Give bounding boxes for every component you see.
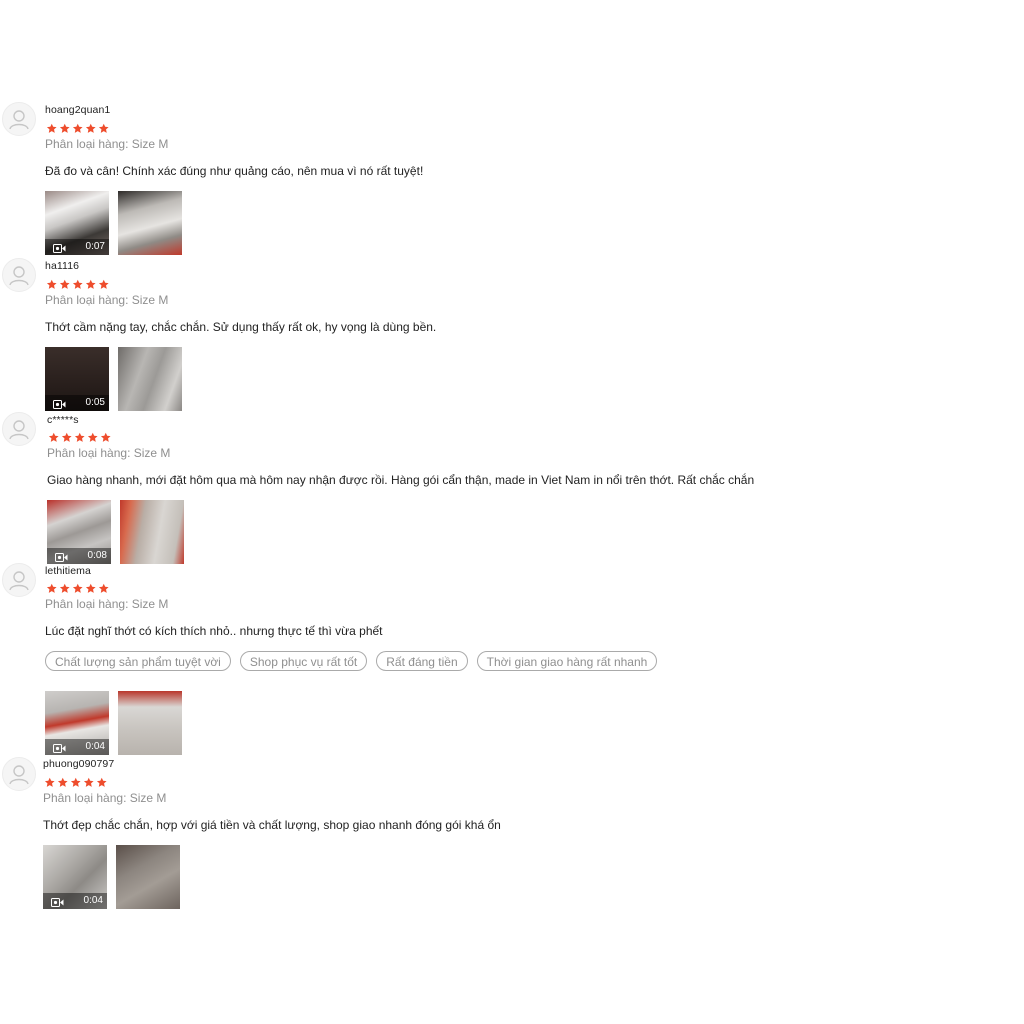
user-silhouette-icon xyxy=(9,110,29,130)
video-camera-icon xyxy=(51,897,64,909)
star-icon xyxy=(72,123,83,133)
reviewer-username[interactable]: c*****s xyxy=(47,414,79,426)
image-thumbnail[interactable] xyxy=(118,347,182,411)
star-icon xyxy=(74,432,85,442)
avatar[interactable] xyxy=(2,258,36,292)
video-duration: 0:04 xyxy=(83,895,103,906)
video-thumbnail[interactable]: 0:04 xyxy=(45,691,109,755)
star-icon xyxy=(46,123,57,133)
video-duration-bar: 0:05 xyxy=(45,395,109,411)
reviewer-username[interactable]: lethitiema xyxy=(45,565,91,577)
video-thumbnail[interactable]: 0:08 xyxy=(47,500,111,564)
video-camera-icon xyxy=(55,552,68,564)
star-rating xyxy=(46,583,110,594)
user-silhouette-icon xyxy=(9,765,29,785)
video-duration: 0:05 xyxy=(85,397,105,408)
review-media: 0:05 xyxy=(45,347,182,411)
star-icon xyxy=(59,279,70,289)
variation-label: Phân loại hàng: Size M xyxy=(43,791,167,805)
star-icon xyxy=(72,279,83,289)
review-media: 0:04 xyxy=(45,691,182,755)
review-media: 0:07 xyxy=(45,191,182,255)
star-icon xyxy=(61,432,72,442)
variation-label: Phân loại hàng: Size M xyxy=(47,446,171,460)
image-thumbnail[interactable] xyxy=(120,500,184,564)
video-duration: 0:07 xyxy=(85,241,105,252)
star-icon xyxy=(100,432,111,442)
reviewer-username[interactable]: phuong090797 xyxy=(43,758,114,770)
video-duration: 0:08 xyxy=(87,550,107,561)
image-thumbnail[interactable] xyxy=(116,845,180,909)
star-rating xyxy=(46,279,110,290)
review-comment: Giao hàng nhanh, mới đặt hôm qua mà hôm … xyxy=(47,473,755,487)
reviewer-username[interactable]: ha1116 xyxy=(45,260,79,272)
star-icon xyxy=(83,777,94,787)
video-camera-icon xyxy=(53,399,66,411)
video-camera-icon xyxy=(53,243,66,255)
star-icon xyxy=(96,777,107,787)
star-rating xyxy=(46,123,110,134)
star-icon xyxy=(85,583,96,593)
variation-label: Phân loại hàng: Size M xyxy=(45,293,169,307)
video-duration-bar: 0:04 xyxy=(43,893,107,909)
star-icon xyxy=(98,583,109,593)
star-icon xyxy=(85,279,96,289)
star-icon xyxy=(98,279,109,289)
review-comment: Thớt đẹp chắc chắn, hợp với giá tiền và … xyxy=(43,818,501,832)
image-thumbnail[interactable] xyxy=(118,691,182,755)
star-icon xyxy=(70,777,81,787)
variation-label: Phân loại hàng: Size M xyxy=(45,597,169,611)
reviewer-username[interactable]: hoang2quan1 xyxy=(45,104,110,116)
image-thumbnail[interactable] xyxy=(118,191,182,255)
review-media: 0:04 xyxy=(43,845,180,909)
video-thumbnail[interactable]: 0:04 xyxy=(43,845,107,909)
user-silhouette-icon xyxy=(9,266,29,286)
star-icon xyxy=(72,583,83,593)
review-comment: Thớt cầm nặng tay, chắc chắn. Sử dụng th… xyxy=(45,320,437,334)
avatar[interactable] xyxy=(2,563,36,597)
star-icon xyxy=(59,123,70,133)
star-icon xyxy=(59,583,70,593)
star-icon xyxy=(46,279,57,289)
star-rating xyxy=(48,432,112,443)
review-tag[interactable]: Thời gian giao hàng rất nhanh xyxy=(476,651,658,671)
star-icon xyxy=(48,432,59,442)
star-icon xyxy=(44,777,55,787)
video-duration-bar: 0:08 xyxy=(47,548,111,564)
avatar[interactable] xyxy=(2,102,36,136)
star-icon xyxy=(46,583,57,593)
review-tags: Chất lượng sản phẩm tuyệt vời Shop phục … xyxy=(45,651,658,671)
variation-label: Phân loại hàng: Size M xyxy=(45,137,169,151)
video-duration: 0:04 xyxy=(85,741,105,752)
review-comment: Lúc đặt nghĩ thớt có kích thích nhỏ.. nh… xyxy=(45,624,383,638)
video-camera-icon xyxy=(53,743,66,755)
user-silhouette-icon xyxy=(9,571,29,591)
video-duration-bar: 0:04 xyxy=(45,739,109,755)
star-rating xyxy=(44,777,108,788)
review-media: 0:08 xyxy=(47,500,184,564)
avatar[interactable] xyxy=(2,412,36,446)
review-tag[interactable]: Rất đáng tiền xyxy=(376,651,468,671)
video-thumbnail[interactable]: 0:07 xyxy=(45,191,109,255)
review-tag[interactable]: Chất lượng sản phẩm tuyệt vời xyxy=(45,651,231,671)
avatar[interactable] xyxy=(2,757,36,791)
star-icon xyxy=(57,777,68,787)
review-comment: Đã đo và cân! Chính xác đúng như quảng c… xyxy=(45,164,424,178)
video-thumbnail[interactable]: 0:05 xyxy=(45,347,109,411)
star-icon xyxy=(87,432,98,442)
video-duration-bar: 0:07 xyxy=(45,239,109,255)
user-silhouette-icon xyxy=(9,420,29,440)
review-tag[interactable]: Shop phục vụ rất tốt xyxy=(239,651,368,671)
star-icon xyxy=(85,123,96,133)
star-icon xyxy=(98,123,109,133)
